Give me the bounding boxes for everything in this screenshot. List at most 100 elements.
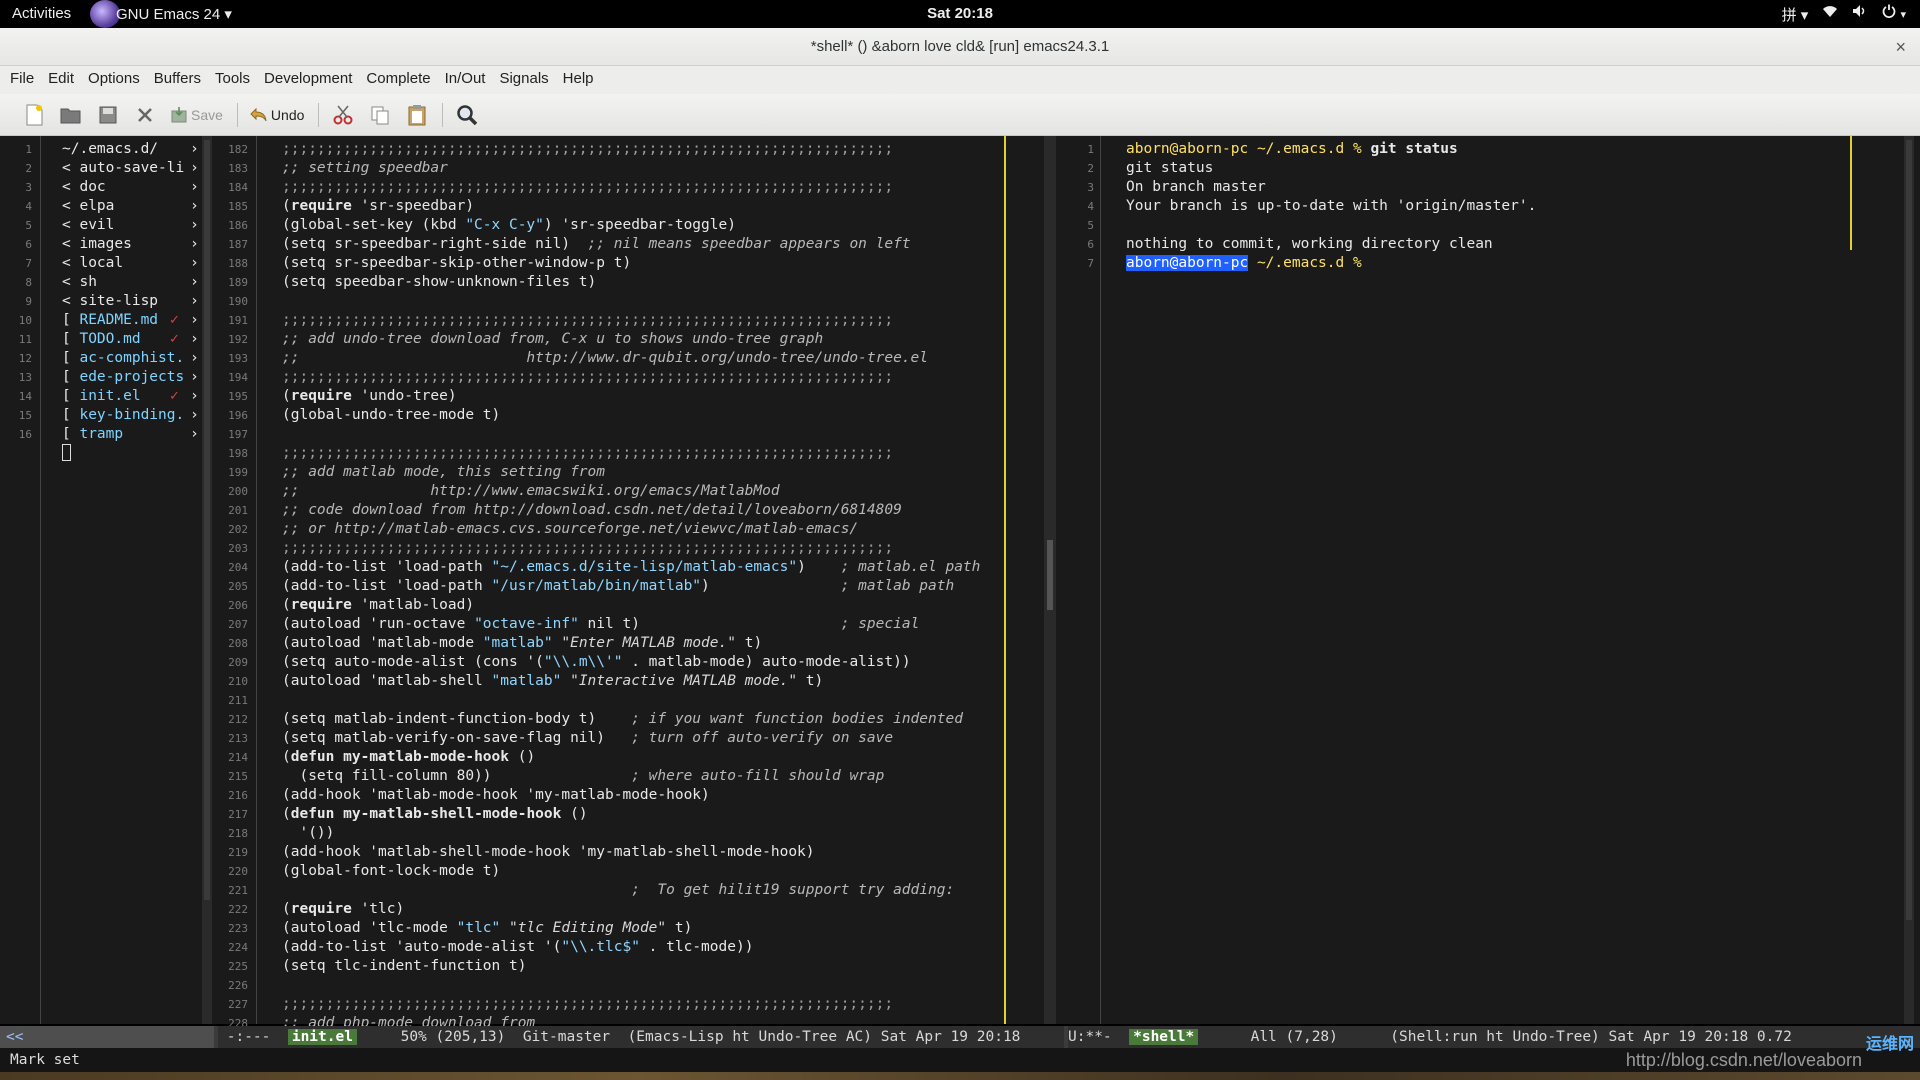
speedbar-window[interactable]: ~/.emacs.d/ › < auto-save-li › < doc › < elpa ›… bbox=[62, 140, 200, 461]
tree-marker[interactable]: [ bbox=[62, 350, 71, 366]
code-line[interactable]: (add-to-list 'load-path "/usr/matlab/bin… bbox=[282, 577, 1002, 596]
code-line[interactable]: (add-hook 'matlab-shell-mode-hook 'my-ma… bbox=[282, 843, 1002, 862]
tree-marker[interactable]: < bbox=[62, 274, 71, 290]
shell-output-line[interactable] bbox=[1126, 216, 1846, 235]
open-folder-icon[interactable] bbox=[59, 103, 83, 127]
expand-arrow-icon[interactable]: › bbox=[190, 349, 199, 368]
tree-marker[interactable]: [ bbox=[62, 312, 71, 328]
expand-arrow-icon[interactable]: › bbox=[190, 254, 199, 273]
undo-button[interactable]: Undo bbox=[250, 107, 304, 123]
expand-arrow-icon[interactable]: › bbox=[190, 216, 199, 235]
tree-marker[interactable]: < bbox=[62, 179, 71, 195]
menu-complete[interactable]: Complete bbox=[359, 66, 437, 87]
code-line[interactable]: ;;;;;;;;;;;;;;;;;;;;;;;;;;;;;;;;;;;;;;;;… bbox=[282, 444, 1002, 463]
code-line[interactable]: (add-to-list 'load-path "~/.emacs.d/site… bbox=[282, 558, 1002, 577]
menu-development[interactable]: Development bbox=[257, 66, 359, 87]
code-line[interactable]: ; To get hilit19 support try adding: bbox=[282, 881, 1002, 900]
code-line[interactable]: (setq fill-column 80)) ; where auto-fill… bbox=[282, 767, 1002, 786]
code-line[interactable]: (require 'undo-tree) bbox=[282, 387, 1002, 406]
save-button[interactable]: Save bbox=[170, 106, 223, 124]
echo-area[interactable]: Mark set http://blog.csdn.net/loveaborn … bbox=[0, 1034, 1920, 1072]
speedbar-item[interactable]: [ TODO.md ✓ › bbox=[62, 330, 200, 349]
speedbar-item[interactable]: < elpa › bbox=[62, 197, 200, 216]
code-scrollbar[interactable] bbox=[1044, 136, 1056, 1024]
speedbar-item[interactable]: < sh › bbox=[62, 273, 200, 292]
volume-icon[interactable] bbox=[1852, 4, 1868, 25]
new-file-icon[interactable] bbox=[22, 103, 46, 127]
code-mode-line[interactable]: -:--- init.el 50% (205,13) Git-master (E… bbox=[218, 1026, 1064, 1048]
menu-tools[interactable]: Tools bbox=[208, 66, 257, 87]
code-line[interactable]: (autoload 'tlc-mode "tlc" "tlc Editing M… bbox=[282, 919, 1002, 938]
close-window-button[interactable]: × bbox=[1895, 28, 1906, 66]
expand-arrow-icon[interactable]: › bbox=[190, 387, 199, 406]
speedbar-item[interactable]: < auto-save-li › bbox=[62, 159, 200, 178]
code-line[interactable]: (setq sr-speedbar-skip-other-window-p t) bbox=[282, 254, 1002, 273]
code-line[interactable]: ;; setting speedbar bbox=[282, 159, 1002, 178]
expand-arrow-icon[interactable]: › bbox=[190, 159, 199, 178]
code-line[interactable]: ;;;;;;;;;;;;;;;;;;;;;;;;;;;;;;;;;;;;;;;;… bbox=[282, 311, 1002, 330]
code-line[interactable]: '()) bbox=[282, 824, 1002, 843]
code-line[interactable]: ;;;;;;;;;;;;;;;;;;;;;;;;;;;;;;;;;;;;;;;;… bbox=[282, 140, 1002, 159]
speedbar-item[interactable]: [ key-binding. › bbox=[62, 406, 200, 425]
code-line[interactable]: (autoload 'matlab-mode "matlab" "Enter M… bbox=[282, 634, 1002, 653]
speedbar-scrollbar[interactable] bbox=[202, 136, 212, 1024]
menu-help[interactable]: Help bbox=[556, 66, 601, 87]
speedbar-item[interactable]: < site-lisp › bbox=[62, 292, 200, 311]
code-line[interactable]: ;; add matlab mode, this setting from bbox=[282, 463, 1002, 482]
code-line[interactable]: (setq matlab-indent-function-body t) ; i… bbox=[282, 710, 1002, 729]
code-line[interactable]: ;; add undo-tree download from, C-x u to… bbox=[282, 330, 1002, 349]
tree-marker[interactable]: [ bbox=[62, 369, 71, 385]
expand-arrow-icon[interactable]: › bbox=[190, 197, 199, 216]
code-line[interactable]: (setq speedbar-show-unknown-files t) bbox=[282, 273, 1002, 292]
speedbar-item[interactable]: < evil › bbox=[62, 216, 200, 235]
speedbar-item[interactable]: [ README.md ✓ › bbox=[62, 311, 200, 330]
code-line[interactable]: (defun my-matlab-mode-hook () bbox=[282, 748, 1002, 767]
code-line[interactable]: ;; or http://matlab-emacs.cvs.sourceforg… bbox=[282, 520, 1002, 539]
code-line[interactable]: (setq sr-speedbar-right-side nil) ;; nil… bbox=[282, 235, 1002, 254]
code-line[interactable]: ;;;;;;;;;;;;;;;;;;;;;;;;;;;;;;;;;;;;;;;;… bbox=[282, 178, 1002, 197]
shell-line[interactable]: aborn@aborn-pc ~/.emacs.d % git status bbox=[1126, 140, 1846, 159]
code-line[interactable]: (global-undo-tree-mode t) bbox=[282, 406, 1002, 425]
code-line[interactable]: (global-font-lock-mode t) bbox=[282, 862, 1002, 881]
shell-line[interactable]: aborn@aborn-pc ~/.emacs.d % bbox=[1126, 254, 1846, 273]
tree-marker[interactable]: [ bbox=[62, 407, 71, 423]
shell-output-line[interactable]: nothing to commit, working directory cle… bbox=[1126, 235, 1846, 254]
scrollbar-thumb[interactable] bbox=[1906, 140, 1912, 920]
expand-arrow-icon[interactable]: › bbox=[190, 235, 199, 254]
speedbar-item[interactable]: < doc › bbox=[62, 178, 200, 197]
tree-marker[interactable]: < bbox=[62, 217, 71, 233]
code-line[interactable]: (autoload 'matlab-shell "matlab" "Intera… bbox=[282, 672, 1002, 691]
code-line[interactable]: (autoload 'run-octave "octave-inf" nil t… bbox=[282, 615, 1002, 634]
scrollbar-thumb[interactable] bbox=[204, 140, 210, 900]
code-line[interactable]: (add-hook 'matlab-mode-hook 'my-matlab-m… bbox=[282, 786, 1002, 805]
code-line[interactable]: (add-to-list 'auto-mode-alist '("\\.tlc$… bbox=[282, 938, 1002, 957]
code-line[interactable]: ;; code download from http://download.cs… bbox=[282, 501, 1002, 520]
init-el-buffer[interactable]: ;;;;;;;;;;;;;;;;;;;;;;;;;;;;;;;;;;;;;;;;… bbox=[282, 140, 1002, 1033]
code-line[interactable]: ;; http://www.emacswiki.org/emacs/Matlab… bbox=[282, 482, 1002, 501]
cut-icon[interactable] bbox=[331, 103, 355, 127]
paste-icon[interactable] bbox=[405, 103, 429, 127]
menu-edit[interactable]: Edit bbox=[41, 66, 81, 87]
expand-arrow-icon[interactable]: › bbox=[190, 292, 199, 311]
expand-arrow-icon[interactable]: › bbox=[190, 330, 199, 349]
shell-buffer[interactable]: aborn@aborn-pc ~/.emacs.d % git status gi… bbox=[1126, 140, 1846, 273]
expand-arrow-icon[interactable]: › bbox=[190, 425, 199, 444]
code-line[interactable]: ;;;;;;;;;;;;;;;;;;;;;;;;;;;;;;;;;;;;;;;;… bbox=[282, 995, 1002, 1014]
save-disk-icon[interactable] bbox=[96, 103, 120, 127]
tree-marker[interactable]: [ bbox=[62, 388, 71, 404]
scrollbar-thumb[interactable] bbox=[1047, 540, 1053, 610]
buffer-name[interactable]: *shell* bbox=[1129, 1029, 1199, 1045]
menu-file[interactable]: File bbox=[0, 66, 41, 87]
shell-output-line[interactable]: On branch master bbox=[1126, 178, 1846, 197]
buffer-name[interactable]: init.el bbox=[287, 1029, 357, 1045]
speedbar-item[interactable]: < images › bbox=[62, 235, 200, 254]
expand-arrow-icon[interactable]: › bbox=[190, 140, 199, 159]
speedbar-item[interactable]: [ ede-projects › bbox=[62, 368, 200, 387]
menu-buffers[interactable]: Buffers bbox=[147, 66, 208, 87]
code-line[interactable]: ;;;;;;;;;;;;;;;;;;;;;;;;;;;;;;;;;;;;;;;;… bbox=[282, 539, 1002, 558]
input-method-icon[interactable]: 拼 ▾ bbox=[1782, 4, 1809, 25]
expand-arrow-icon[interactable]: › bbox=[190, 178, 199, 197]
tree-marker[interactable]: < bbox=[62, 236, 71, 252]
code-line[interactable] bbox=[282, 691, 1002, 710]
code-line[interactable]: ;; http://www.dr-qubit.org/undo-tree/und… bbox=[282, 349, 1002, 368]
